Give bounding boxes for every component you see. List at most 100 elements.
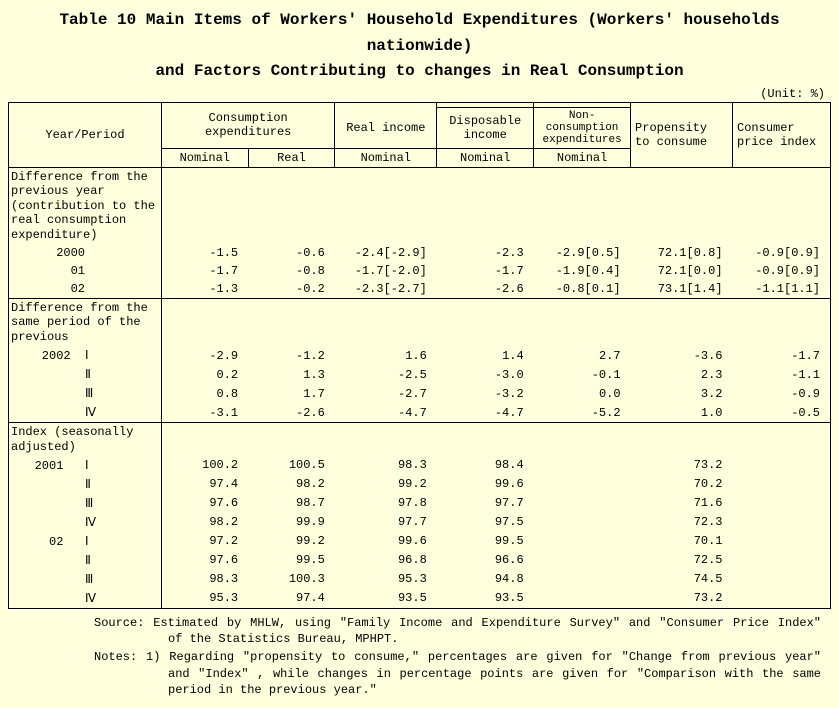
unit-label: (Unit: %): [8, 87, 825, 101]
cell: [733, 532, 831, 551]
cell: [733, 551, 831, 570]
cell: -3.2: [437, 384, 534, 403]
cell: 99.2: [335, 475, 437, 494]
cell: 99.9: [248, 513, 335, 532]
cell: 2.3: [631, 365, 733, 384]
cell: 72.1[0.0]: [631, 262, 733, 280]
cell: -2.6: [437, 280, 534, 299]
cell: 73.2: [631, 589, 733, 609]
col-consumption-exp: Consumption expenditures: [161, 102, 334, 148]
source-note: Source: Estimated by MHLW, using "Family…: [94, 615, 821, 647]
cell: -3.0: [437, 365, 534, 384]
cell: [534, 570, 631, 589]
cell: -4.7: [335, 403, 437, 423]
sub-nominal-1: Nominal: [161, 149, 248, 168]
cell: [733, 570, 831, 589]
cell: [733, 456, 831, 475]
cell: [733, 513, 831, 532]
cell: -0.1: [534, 365, 631, 384]
cell: 97.7: [437, 494, 534, 513]
cell: 70.2: [631, 475, 733, 494]
cell: 98.2: [161, 513, 248, 532]
cell: [534, 513, 631, 532]
cell: 2.7: [534, 346, 631, 365]
cell: 3.2: [631, 384, 733, 403]
cell: 97.6: [161, 551, 248, 570]
row-label: Ⅲ: [9, 494, 162, 513]
cell: [733, 475, 831, 494]
row-label: 02 Ⅰ: [9, 532, 162, 551]
title-line-1: Table 10 Main Items of Workers' Househol…: [59, 11, 779, 55]
cell: 0.8: [161, 384, 248, 403]
cell: [733, 494, 831, 513]
row-label: Ⅱ: [9, 551, 162, 570]
cell: 93.5: [335, 589, 437, 609]
cell: -0.8: [248, 262, 335, 280]
cell: -2.3: [437, 244, 534, 262]
row-label: 2002 Ⅰ: [9, 346, 162, 365]
cell: 97.8: [335, 494, 437, 513]
cell: 73.1[1.4]: [631, 280, 733, 299]
row-label: Ⅲ: [9, 570, 162, 589]
table-body: Difference from the previous year (contr…: [9, 168, 831, 609]
cell: -1.7[-2.0]: [335, 262, 437, 280]
cell: 97.6: [161, 494, 248, 513]
data-table: Year/Period Consumption expenditures Pro…: [8, 102, 831, 609]
row-label: 01: [9, 262, 162, 280]
cell: 100.5: [248, 456, 335, 475]
footer-notes: Source: Estimated by MHLW, using "Family…: [8, 615, 831, 698]
cell: -0.6: [248, 244, 335, 262]
cell: -0.8[0.1]: [534, 280, 631, 299]
row-label: Ⅳ: [9, 589, 162, 609]
cell: -1.5: [161, 244, 248, 262]
sub-nominal-4: Nominal: [534, 149, 631, 168]
cell: [534, 494, 631, 513]
cell: -2.6: [248, 403, 335, 423]
cell: 73.2: [631, 456, 733, 475]
cell: 97.7: [335, 513, 437, 532]
cell: 95.3: [335, 570, 437, 589]
cell: -1.2: [248, 346, 335, 365]
cell: -3.6: [631, 346, 733, 365]
cell: -3.1: [161, 403, 248, 423]
cell: 96.8: [335, 551, 437, 570]
cell: 1.6: [335, 346, 437, 365]
cell: -1.7: [437, 262, 534, 280]
cell: [534, 589, 631, 609]
cell: -0.9[0.9]: [733, 262, 831, 280]
row-label: Ⅳ: [9, 403, 162, 423]
cell: -0.5: [733, 403, 831, 423]
cell: 70.1: [631, 532, 733, 551]
cell: 94.8: [437, 570, 534, 589]
cell: -0.2: [248, 280, 335, 299]
col-cpi: Consumer price index: [733, 102, 831, 167]
cell: 1.0: [631, 403, 733, 423]
row-label: Ⅳ: [9, 513, 162, 532]
row-label: 2000: [9, 244, 162, 262]
col-disposable: Disposable income: [437, 107, 534, 148]
cell: 72.5: [631, 551, 733, 570]
row-label: Ⅲ: [9, 384, 162, 403]
cell: -1.3: [161, 280, 248, 299]
col-propensity: Propensity to consume: [631, 102, 733, 167]
cell: 0.2: [161, 365, 248, 384]
cell: 99.6: [437, 475, 534, 494]
row-label: 2001 Ⅰ: [9, 456, 162, 475]
cell: -1.7: [161, 262, 248, 280]
cell: -2.7: [335, 384, 437, 403]
cell: [534, 551, 631, 570]
row-label: Ⅱ: [9, 365, 162, 384]
cell: 1.7: [248, 384, 335, 403]
table-header: Year/Period Consumption expenditures Pro…: [9, 102, 831, 167]
col-year-period: Year/Period: [9, 102, 162, 167]
table-title: Table 10 Main Items of Workers' Househol…: [8, 8, 831, 85]
cell: 100.3: [248, 570, 335, 589]
cell: 98.2: [248, 475, 335, 494]
cell: -2.4[-2.9]: [335, 244, 437, 262]
cell: [534, 475, 631, 494]
cell: -2.9[0.5]: [534, 244, 631, 262]
sub-nominal-2: Nominal: [335, 149, 437, 168]
cell: -2.3[-2.7]: [335, 280, 437, 299]
cell: [534, 456, 631, 475]
cell: -5.2: [534, 403, 631, 423]
